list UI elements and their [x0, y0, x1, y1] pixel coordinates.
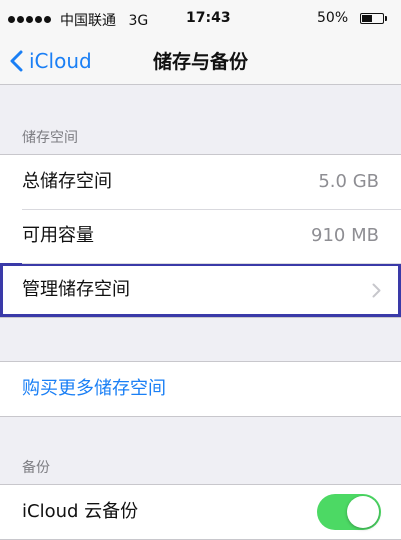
total-storage-value: 5.0 GB	[318, 171, 379, 192]
icloud-backup-row: iCloud 云备份	[0, 485, 401, 539]
purchase-storage-link[interactable]: 购买更多储存空间	[22, 362, 166, 416]
total-storage-label: 总储存空间	[22, 171, 112, 192]
back-button[interactable]: iCloud	[10, 46, 92, 76]
network-type: 3G	[128, 13, 149, 29]
status-time: 17:43	[186, 10, 231, 26]
icloud-backup-toggle[interactable]	[317, 494, 381, 530]
purchase-storage-row[interactable]: 购买更多储存空间	[0, 362, 401, 416]
carrier-name: 中国联通	[60, 13, 116, 29]
manage-storage-label: 管理储存空间	[22, 279, 130, 300]
total-storage-row: 总储存空间 5.0 GB	[0, 155, 401, 209]
back-button-label: iCloud	[29, 49, 92, 73]
manage-storage-row[interactable]: 管理储存空间	[0, 263, 401, 317]
purchase-group: 购买更多储存空间	[0, 361, 401, 417]
available-storage-row: 可用容量 910 MB	[0, 209, 401, 263]
toggle-knob	[347, 496, 379, 528]
backup-section-header: 备份	[22, 460, 50, 476]
battery-percentage: 50%	[317, 10, 349, 26]
carrier-info: 中国联通 3G	[60, 10, 148, 30]
status-bar: 中国联通 3G 17:43 50%	[0, 0, 401, 40]
battery-icon	[360, 13, 387, 24]
icloud-backup-label: iCloud 云备份	[22, 501, 139, 522]
available-storage-value: 910 MB	[311, 225, 379, 246]
available-storage-label: 可用容量	[22, 225, 94, 246]
navigation-bar: 储存与备份 iCloud	[0, 40, 401, 85]
storage-group: 总储存空间 5.0 GB 可用容量 910 MB 管理储存空间	[0, 154, 401, 318]
backup-group: iCloud 云备份	[0, 484, 401, 540]
chevron-right-icon	[372, 283, 381, 298]
signal-dots-icon	[8, 12, 51, 26]
storage-section-header: 储存空间	[22, 130, 78, 146]
chevron-left-icon	[10, 50, 23, 72]
